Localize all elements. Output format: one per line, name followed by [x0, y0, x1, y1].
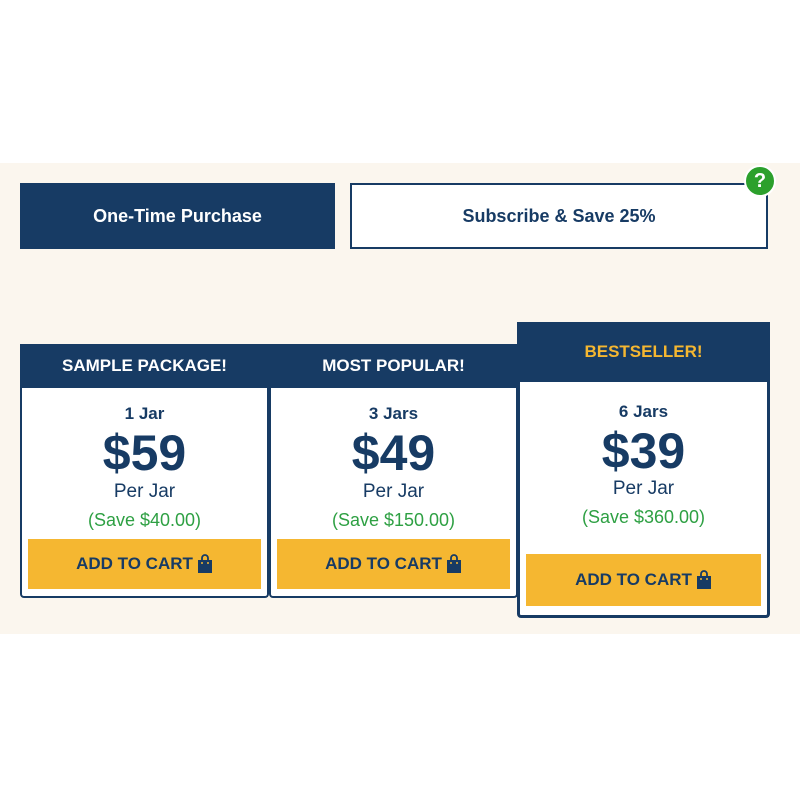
tab-one-time-purchase-label: One-Time Purchase: [93, 205, 262, 226]
package-card-3-jars: MOST POPULAR! 3 Jars $49 Per Jar (Save $…: [269, 344, 518, 598]
package-quantity: 6 Jars: [618, 402, 669, 421]
package-quantity: 1 Jar: [124, 404, 165, 423]
package-price: $49: [351, 425, 436, 481]
package-body: 1 Jar $59 Per Jar (Save $40.00) ADD TO C…: [20, 388, 269, 598]
package-per-unit: Per Jar: [612, 478, 675, 499]
add-to-cart-label: ADD TO CART: [325, 554, 442, 573]
package-body: 3 Jars $49 Per Jar (Save $150.00) ADD TO…: [269, 388, 518, 598]
package-badge: MOST POPULAR!: [269, 344, 518, 388]
package-quantity: 3 Jars: [368, 404, 419, 423]
package-savings: (Save $360.00): [581, 507, 706, 527]
package-badge: SAMPLE PACKAGE!: [20, 344, 269, 388]
help-symbol: ?: [753, 169, 767, 192]
add-to-cart-label: ADD TO CART: [76, 554, 193, 573]
package-per-unit: Per Jar: [113, 481, 176, 502]
shopping-bag-icon: [197, 554, 212, 573]
tab-one-time-purchase[interactable]: One-Time Purchase: [20, 183, 335, 249]
add-to-cart-label: ADD TO CART: [575, 570, 692, 589]
package-badge-label: BESTSELLER!: [584, 342, 703, 361]
package-badge-label: MOST POPULAR!: [322, 356, 465, 375]
package-body: 6 Jars $39 Per Jar (Save $360.00) ADD TO…: [517, 382, 770, 618]
package-card-1-jar: SAMPLE PACKAGE! 1 Jar $59 Per Jar (Save …: [20, 344, 269, 598]
package-card-6-jars: BESTSELLER! 6 Jars $39 Per Jar (Save $36…: [517, 322, 770, 618]
package-price: $39: [601, 423, 686, 479]
add-to-cart-button[interactable]: ADD TO CART: [526, 554, 761, 606]
add-to-cart-button[interactable]: ADD TO CART: [277, 539, 510, 589]
package-savings: (Save $40.00): [87, 510, 202, 530]
tab-subscribe-label: Subscribe & Save 25%: [462, 205, 656, 226]
package-badge: BESTSELLER!: [517, 322, 770, 382]
shopping-bag-icon: [446, 554, 461, 573]
package-badge-label: SAMPLE PACKAGE!: [62, 356, 227, 375]
package-savings: (Save $150.00): [331, 510, 456, 530]
package-per-unit: Per Jar: [362, 481, 425, 502]
tab-subscribe-and-save[interactable]: Subscribe & Save 25%: [350, 183, 768, 249]
shopping-bag-icon: [696, 570, 711, 589]
package-price: $59: [102, 425, 187, 481]
add-to-cart-button[interactable]: ADD TO CART: [28, 539, 261, 589]
help-icon[interactable]: ?: [744, 165, 776, 197]
